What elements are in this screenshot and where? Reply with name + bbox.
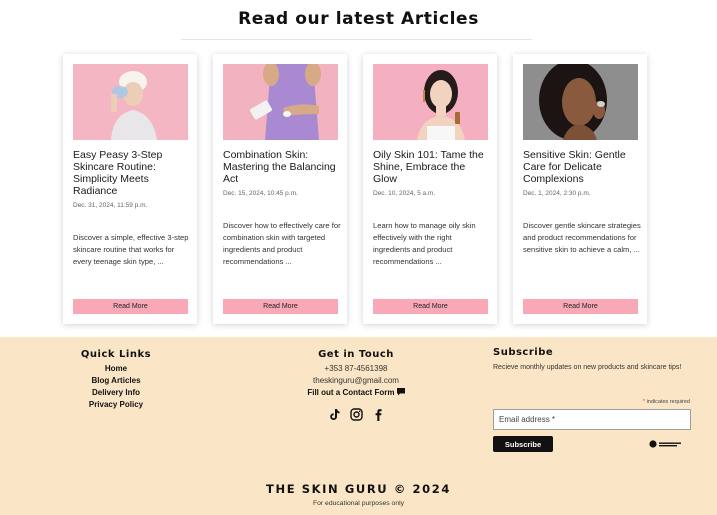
get-in-touch-title: Get in Touch xyxy=(318,349,394,360)
facebook-icon[interactable] xyxy=(372,406,385,421)
article-card[interactable]: Oily Skin 101: Tame the Shine, Embrace t… xyxy=(363,54,497,324)
site-footer: Quick Links Home Blog Articles Delivery … xyxy=(0,337,717,515)
speech-bubble-icon xyxy=(396,388,405,396)
subscribe-button[interactable]: Subscribe xyxy=(493,436,553,452)
quick-links-title: Quick Links xyxy=(80,349,152,360)
article-date: Dec. 10, 2024, 5 a.m. xyxy=(373,190,436,197)
article-date: Dec. 15, 2024, 10:45 p.m. xyxy=(223,190,298,197)
footer-link-privacy-policy[interactable]: Privacy Policy xyxy=(62,399,170,411)
quick-links: Quick Links Home Blog Articles Delivery … xyxy=(62,349,170,411)
subscribe-section: Subscribe Recieve monthly updates on new… xyxy=(493,347,693,452)
article-title[interactable]: Combination Skin: Mastering the Balancin… xyxy=(223,149,341,185)
footer-note: For educational purposes only xyxy=(312,500,405,507)
social-links xyxy=(290,406,422,421)
article-date: Dec. 1, 2024, 2:30 p.m. xyxy=(523,190,591,197)
required-note-text: indicates required xyxy=(646,399,690,405)
article-excerpt: Discover a simple, effective 3-step skin… xyxy=(73,233,189,266)
section-title: Read our latest Articles xyxy=(238,9,479,29)
required-note: * indicates required xyxy=(643,399,690,405)
contact-email[interactable]: theskinguru@gmail.com xyxy=(290,375,422,387)
article-image[interactable] xyxy=(523,64,638,140)
article-title[interactable]: Oily Skin 101: Tame the Shine, Embrace t… xyxy=(373,149,491,185)
required-asterisk: * xyxy=(642,399,646,405)
article-title[interactable]: Easy Peasy 3-Step Skincare Routine: Simp… xyxy=(73,149,191,197)
title-divider xyxy=(181,39,532,40)
article-date: Dec. 31, 2024, 11:59 p.m. xyxy=(73,202,148,209)
contact-form-label[interactable]: Fill out a Contact Form xyxy=(307,388,394,397)
footer-link-blog-articles[interactable]: Blog Articles xyxy=(62,375,170,387)
read-more-button[interactable]: Read More xyxy=(523,299,638,314)
contact-form-link[interactable]: Fill out a Contact Form xyxy=(290,387,422,399)
footer-link-home[interactable]: Home xyxy=(62,363,170,375)
contact-phone[interactable]: +353 87-4561398 xyxy=(290,363,422,375)
instagram-icon[interactable] xyxy=(349,406,363,421)
read-more-button[interactable]: Read More xyxy=(373,299,488,314)
articles-section: Read our latest Articles Easy Peasy 3-St… xyxy=(0,0,717,337)
article-title[interactable]: Sensitive Skin: Gentle Care for Delicate… xyxy=(523,149,641,185)
read-more-button[interactable]: Read More xyxy=(223,299,338,314)
get-in-touch: Get in Touch +353 87-4561398 theskinguru… xyxy=(290,349,422,421)
article-image[interactable] xyxy=(73,64,188,140)
tiktok-icon[interactable] xyxy=(328,406,341,420)
article-excerpt: Learn how to manage oily skin effectivel… xyxy=(373,221,476,266)
footer-brand: THE SKIN GURU © 2024 xyxy=(266,482,451,496)
mailchimp-logo[interactable] xyxy=(649,439,683,449)
article-image[interactable] xyxy=(223,64,338,140)
read-more-button[interactable]: Read More xyxy=(73,299,188,314)
subscribe-text: Recieve monthly updates on new products … xyxy=(493,364,682,371)
article-excerpt: Discover how to effectively care for com… xyxy=(223,221,341,266)
article-card[interactable]: Easy Peasy 3-Step Skincare Routine: Simp… xyxy=(63,54,197,324)
email-input[interactable] xyxy=(493,409,691,430)
article-card[interactable]: Sensitive Skin: Gentle Care for Delicate… xyxy=(513,54,647,324)
article-excerpt: Discover gentle skincare strategies and … xyxy=(523,221,641,254)
article-image[interactable] xyxy=(373,64,488,140)
footer-link-delivery-info[interactable]: Delivery Info xyxy=(62,387,170,399)
subscribe-title: Subscribe xyxy=(493,347,554,358)
article-card[interactable]: Combination Skin: Mastering the Balancin… xyxy=(213,54,347,324)
